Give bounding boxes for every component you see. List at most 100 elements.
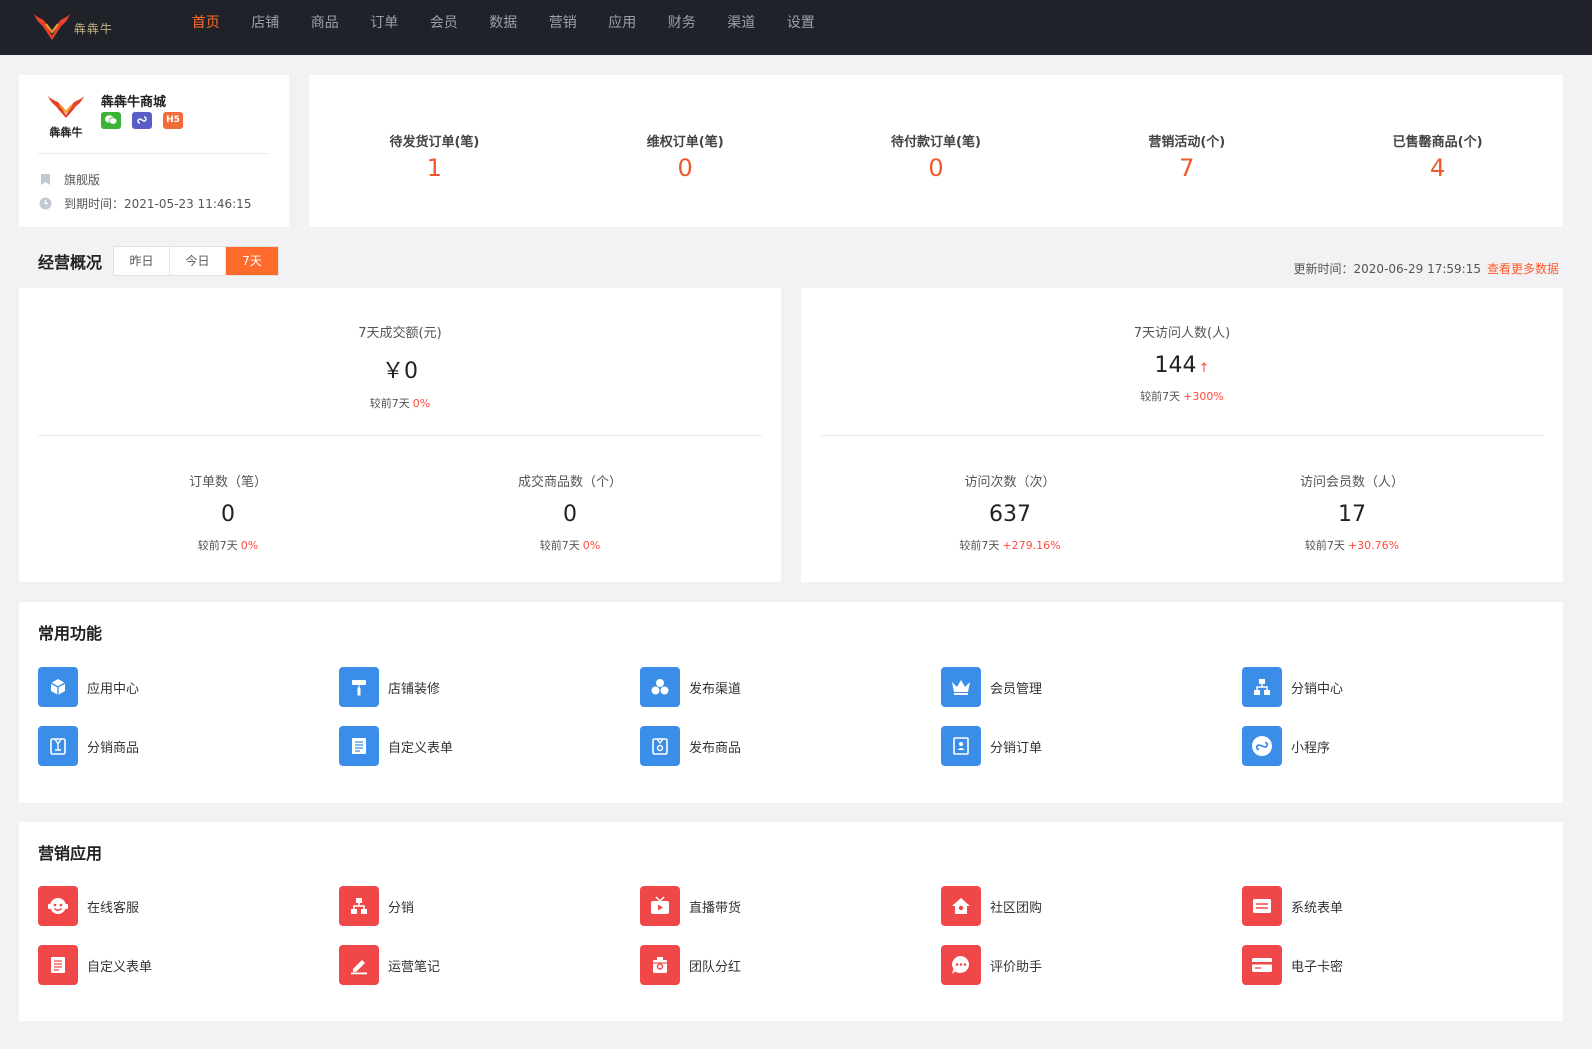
bull-logo-icon (48, 96, 84, 118)
fn-label: 分销中心 (1291, 681, 1344, 697)
compare-pct: 0% (240, 539, 259, 552)
fn-shop-decoration[interactable]: 店铺装修 (339, 667, 440, 707)
tab-7days[interactable]: 7天 (226, 247, 278, 275)
app-live-sales[interactable]: 直播带货 (640, 886, 741, 926)
nav-marketing[interactable]: 营销 (533, 0, 593, 55)
product-icon (640, 726, 680, 766)
compare-pct: +30.76% (1347, 539, 1400, 552)
section-title: 常用功能 (38, 624, 103, 643)
metric-value: ￥0 (382, 359, 418, 384)
mini-program-icon[interactable] (132, 112, 152, 129)
divider (820, 435, 1544, 436)
compare-prefix: 较前7天 (539, 539, 580, 552)
nav-orders[interactable]: 订单 (355, 0, 415, 55)
metric-label: 7天成交额(元) (358, 326, 442, 341)
stat-value: 7 (1179, 154, 1195, 182)
org-chart-icon (339, 886, 379, 926)
nav-settings[interactable]: 设置 (771, 0, 831, 55)
fn-member-management[interactable]: 会员管理 (941, 667, 1042, 707)
fn-distribution-center[interactable]: 分销中心 (1242, 667, 1343, 707)
nav-channels[interactable]: 渠道 (712, 0, 772, 55)
order-count: 订单数（笔） 0 较前7天 0% (83, 471, 373, 553)
fn-label: 分销商品 (87, 740, 140, 756)
compare-prefix: 较前7天 (369, 397, 410, 410)
crown-icon (941, 667, 981, 707)
metric-compare: 较前7天 +300% (801, 388, 1563, 404)
stat-label: 待付款订单(笔) (891, 135, 981, 150)
org-chart-icon (1242, 667, 1282, 707)
stat-pending-shipment[interactable]: 待发货订单(笔) 1 (309, 75, 560, 227)
pen-icon (339, 945, 379, 985)
overview-title: 经营概况 (38, 253, 103, 272)
app-team-bonus[interactable]: 团队分红 (640, 945, 741, 985)
stat-label: 维权订单(笔) (646, 135, 724, 150)
app-distribution[interactable]: 分销 (339, 886, 414, 926)
fn-label: 系统表单 (1291, 900, 1344, 916)
fn-label: 在线客服 (87, 900, 140, 916)
update-time: 更新时间：2020-06-29 17:59:15 查看更多数据 (1294, 260, 1559, 277)
metric-label: 访问会员数（人） (1299, 475, 1404, 490)
shop-info-card: 犇犇牛 犇犇牛商城 H5 旗舰版 到期时间：2021-05-23 11:46:1… (19, 75, 289, 227)
nav-home[interactable]: 首页 (176, 0, 236, 55)
h5-badge[interactable]: H5 (163, 112, 183, 129)
nav-data[interactable]: 数据 (474, 0, 534, 55)
nav-members[interactable]: 会员 (414, 0, 474, 55)
fn-custom-form[interactable]: 自定义表单 (339, 726, 453, 766)
fn-label: 自定义表单 (388, 740, 454, 756)
stat-marketing-activities[interactable]: 营销活动(个) 7 (1061, 75, 1312, 227)
divider (38, 435, 762, 436)
compare-pct: +300% (1183, 390, 1224, 403)
fn-publish-goods[interactable]: 发布商品 (640, 726, 741, 766)
nav-goods[interactable]: 商品 (295, 0, 355, 55)
compare-pct: +279.16% (1002, 539, 1061, 552)
brand-logo[interactable]: 犇犇牛 (32, 10, 122, 42)
compare-prefix: 较前7天 (197, 539, 238, 552)
fn-distribution-goods[interactable]: 分销商品 (38, 726, 139, 766)
fn-distribution-orders[interactable]: 分销订单 (941, 726, 1042, 766)
metric-value-number: 144 (1154, 353, 1197, 378)
stat-label: 已售罄商品(个) (1392, 135, 1483, 150)
stat-pending-payment[interactable]: 待付款订单(笔) 0 (811, 75, 1062, 227)
more-data-link[interactable]: 查看更多数据 (1487, 262, 1559, 276)
app-system-form[interactable]: 系统表单 (1242, 886, 1343, 926)
credit-card-icon (1242, 945, 1282, 985)
app-custom-form[interactable]: 自定义表单 (38, 945, 152, 985)
app-operation-notes[interactable]: 运营笔记 (339, 945, 440, 985)
expire-row: 到期时间：2021-05-23 11:46:15 (38, 195, 251, 212)
metric-value: 0 (221, 502, 235, 527)
stat-value: 1 (426, 154, 443, 182)
tv-icon (640, 886, 680, 926)
tab-yesterday[interactable]: 昨日 (114, 247, 170, 275)
marketing-apps-card: 营销应用 在线客服 分销 直播带货 社区团购 系统表单 自定义表单 运营笔记 团… (19, 822, 1563, 1021)
nav-shop[interactable]: 店铺 (236, 0, 296, 55)
goods-sold-count: 成交商品数（个） 0 较前7天 0% (425, 471, 715, 553)
period-tabs: 昨日 今日 7天 (113, 246, 279, 276)
stats-card: 待发货订单(笔) 1 维权订单(笔) 0 待付款订单(笔) 0 营销活动(个) … (309, 75, 1563, 227)
fn-label: 分销 (388, 900, 415, 916)
fn-label: 直播带货 (689, 900, 742, 916)
fn-app-center[interactable]: 应用中心 (38, 667, 139, 707)
fn-publish-channel[interactable]: 发布渠道 (640, 667, 741, 707)
app-review-assistant[interactable]: 评价助手 (941, 945, 1042, 985)
app-online-service[interactable]: 在线客服 (38, 886, 139, 926)
shop-name: 犇犇牛商城 (101, 95, 167, 110)
metric-compare: 较前7天 0% (425, 537, 715, 553)
nav-finance[interactable]: 财务 (652, 0, 712, 55)
fn-label: 分销订单 (990, 740, 1043, 756)
app-e-card[interactable]: 电子卡密 (1242, 945, 1343, 985)
house-icon (941, 886, 981, 926)
metric-compare: 较前7天 0% (19, 395, 781, 411)
tab-today[interactable]: 今日 (170, 247, 226, 275)
hexagons-icon (640, 667, 680, 707)
stat-sold-out[interactable]: 已售罄商品(个) 4 (1312, 75, 1563, 227)
app-community-group-buy[interactable]: 社区团购 (941, 886, 1042, 926)
stat-rights-orders[interactable]: 维权订单(笔) 0 (560, 75, 811, 227)
visit-count: 访问次数（次） 637 较前7天 +279.16% (865, 471, 1155, 553)
sales-total: 7天成交额(元) ￥0 较前7天 0% (19, 322, 781, 411)
nav-apps[interactable]: 应用 (593, 0, 653, 55)
compare-prefix: 较前7天 (1140, 390, 1181, 403)
wechat-icon[interactable] (101, 112, 121, 129)
fn-label: 社区团购 (990, 900, 1043, 916)
channel-badges: H5 (101, 112, 183, 129)
fn-mini-program[interactable]: 小程序 (1242, 726, 1330, 766)
